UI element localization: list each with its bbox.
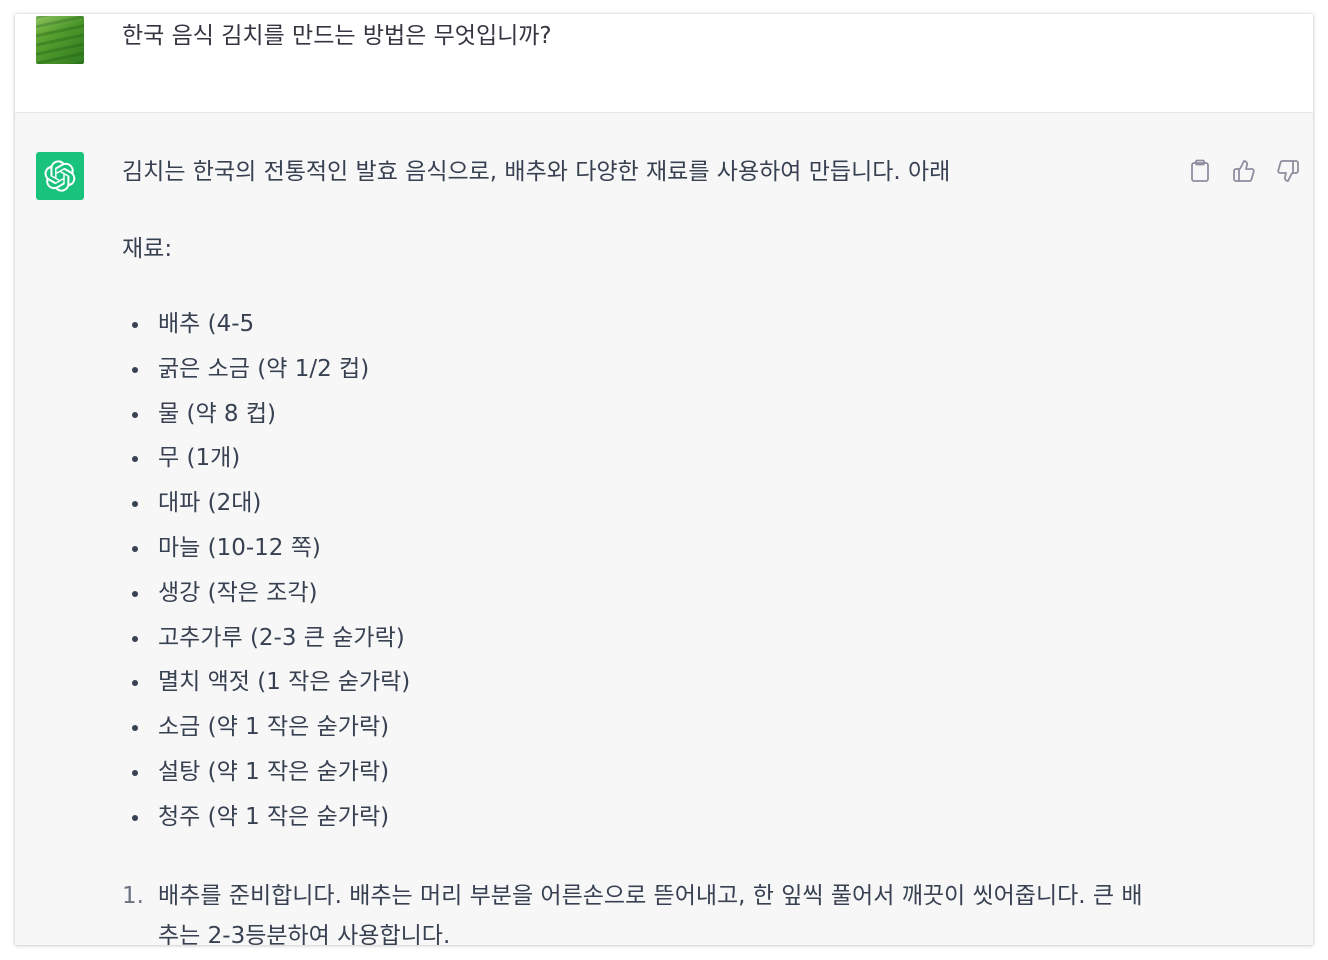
list-item: 설탕 (약 1 작은 숟가락) (122, 756, 1162, 801)
user-message: 한국 음식 김치를 만드는 방법은 무엇입니까? (15, 14, 1313, 113)
chat-thread: 한국 음식 김치를 만드는 방법은 무엇입니까? 김치는 한국의 전통적인 발효… (15, 14, 1313, 945)
list-item: 배추 (4-5 (122, 308, 1162, 353)
list-item: 고추가루 (2-3 큰 숟가락) (122, 622, 1162, 667)
list-item: 대파 (2대) (122, 487, 1162, 532)
dislike-button[interactable] (1273, 156, 1303, 186)
list-item: 마늘 (10-12 쪽) (122, 532, 1162, 577)
user-avatar (36, 16, 84, 64)
clipboard-icon (1191, 159, 1209, 182)
step-item: 1. 배추를 준비합니다. 배추는 머리 부분을 어른손으로 뜯어내고, 한 잎… (122, 876, 1162, 945)
assistant-message: 김치는 한국의 전통적인 발효 음식으로, 배추와 다양한 재료를 사용하여 만… (15, 113, 1313, 945)
assistant-message-content: 김치는 한국의 전통적인 발효 음식으로, 배추와 다양한 재료를 사용하여 만… (122, 155, 1162, 945)
thumbs-down-icon (1277, 160, 1299, 182)
message-actions (1185, 156, 1303, 186)
like-button[interactable] (1229, 156, 1259, 186)
intro-paragraph: 김치는 한국의 전통적인 발효 음식으로, 배추와 다양한 재료를 사용하여 만… (122, 159, 951, 185)
thumbs-up-icon (1233, 160, 1255, 182)
step-number: 1. (122, 882, 144, 909)
list-item: 굵은 소금 (약 1/2 컵) (122, 353, 1162, 398)
user-message-text: 한국 음식 김치를 만드는 방법은 무엇입니까? (122, 23, 552, 49)
chatgpt-logo-icon (36, 152, 84, 200)
ingredients-heading: 재료: (122, 236, 173, 262)
step-text: 배추를 준비합니다. 배추는 머리 부분을 어른손으로 뜯어내고, 한 잎씩 풀… (158, 882, 1143, 945)
ingredients-list: 배추 (4-5 굵은 소금 (약 1/2 컵) 물 (약 8 컵) 무 (1개)… (122, 308, 1162, 846)
list-item: 물 (약 8 컵) (122, 398, 1162, 443)
list-item: 멸치 액젓 (1 작은 숟가락) (122, 666, 1162, 711)
list-item: 청주 (약 1 작은 숟가락) (122, 801, 1162, 846)
list-item: 생강 (작은 조각) (122, 577, 1162, 622)
list-item: 무 (1개) (122, 442, 1162, 487)
copy-button[interactable] (1185, 156, 1215, 186)
list-item: 소금 (약 1 작은 숟가락) (122, 711, 1162, 756)
steps-list: 1. 배추를 준비합니다. 배추는 머리 부분을 어른손으로 뜯어내고, 한 잎… (122, 876, 1162, 945)
